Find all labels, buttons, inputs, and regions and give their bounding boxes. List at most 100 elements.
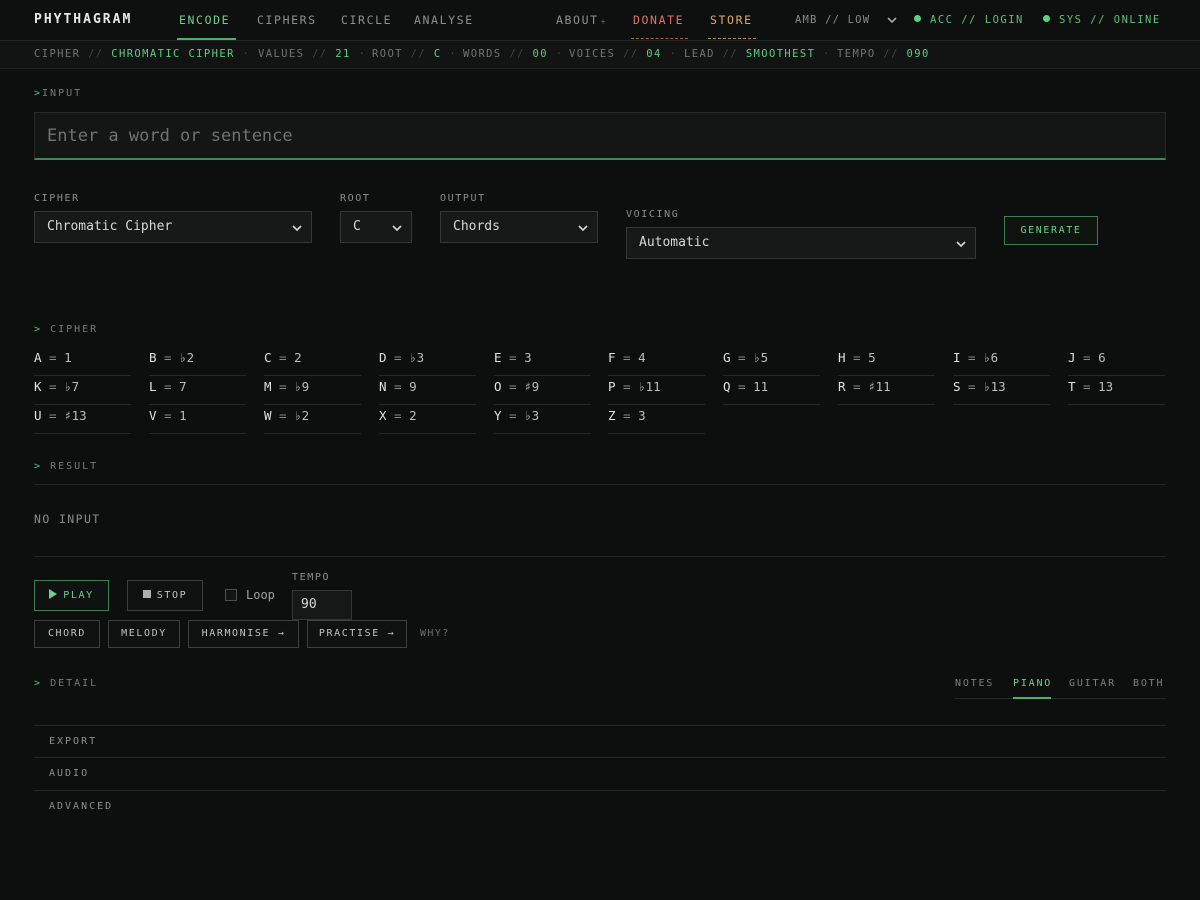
status-tempo: TEMPO // 090 (837, 48, 930, 60)
cipher-letter: A (34, 350, 42, 365)
status-value: 21 (335, 48, 351, 60)
nav-about[interactable]: ABOUT + (556, 13, 607, 27)
chevron-down-icon[interactable] (886, 14, 898, 26)
status-dot: · (449, 48, 458, 60)
nav-analyse[interactable]: ANALYSE (414, 13, 474, 27)
cipher-letter: Z (608, 408, 616, 423)
cipher-value: ♭13 (983, 379, 1006, 394)
cipher-value: ♯9 (524, 379, 540, 394)
equals-sign: = (386, 350, 410, 365)
tab-active-indicator (1013, 697, 1051, 699)
chord-button[interactable]: CHORD (34, 620, 100, 648)
play-button[interactable]: PLAY (34, 580, 109, 611)
output-select[interactable]: Chords (440, 211, 598, 243)
equals-sign: = (615, 379, 639, 394)
tempo-input[interactable]: 90 (292, 590, 352, 620)
nav-active-indicator (177, 38, 236, 40)
cipher-value: ♭3 (409, 350, 425, 365)
voicing-select[interactable]: Automatic (626, 227, 976, 259)
cipher-select[interactable]: Chromatic Cipher (34, 211, 312, 243)
cipher-entry: C = 2 (264, 350, 361, 376)
tab-piano[interactable]: PIANO (1013, 678, 1052, 689)
equals-sign: = (386, 379, 410, 394)
nav-ciphers[interactable]: CIPHERS (257, 13, 317, 27)
sys-status: SYS // ONLINE (1059, 14, 1161, 26)
divider (34, 757, 1166, 758)
melody-button[interactable]: MELODY (108, 620, 180, 648)
generate-button[interactable]: GENERATE (1004, 216, 1098, 245)
stop-button[interactable]: STOP (127, 580, 203, 611)
cipher-value: 6 (1098, 350, 1106, 365)
output-select-value: Chords (453, 219, 500, 234)
nav-donate[interactable]: DONATE (633, 13, 684, 27)
ambient-selector[interactable]: AMB // LOW (795, 14, 870, 26)
equals-sign: = (41, 379, 65, 394)
accordion-audio[interactable]: AUDIO (49, 768, 89, 779)
harmonise-button[interactable]: HARMONISE → (188, 620, 299, 648)
cipher-letter: B (149, 350, 157, 365)
equals-sign: = (845, 350, 869, 365)
status-value: CHROMATIC CIPHER (111, 48, 235, 60)
cipher-value: ♯11 (868, 379, 891, 394)
nav-circle[interactable]: CIRCLE (341, 13, 392, 27)
donate-underline (631, 38, 688, 39)
accordion-advanced[interactable]: ADVANCED (49, 801, 113, 812)
acc-login-link[interactable]: ACC // LOGIN (930, 14, 1024, 26)
tab-notes[interactable]: NOTES (955, 678, 994, 689)
cipher-letter: N (379, 379, 387, 394)
status-key: WORDS (463, 48, 502, 60)
acc-status-dot-icon (914, 15, 921, 22)
tab-guitar[interactable]: GUITAR (1069, 678, 1116, 689)
cipher-letter: J (1068, 350, 1076, 365)
status-cipher: CIPHER // CHROMATIC CIPHER · (34, 48, 250, 60)
divider (34, 725, 1166, 726)
equals-sign: = (960, 350, 984, 365)
equals-sign: = (1075, 350, 1099, 365)
cipher-letter: Y (494, 408, 502, 423)
cipher-value: ♯13 (64, 408, 87, 423)
cipher-letter: R (838, 379, 846, 394)
status-value: 00 (532, 48, 548, 60)
cipher-value: 7 (179, 379, 187, 394)
status-dot: · (669, 48, 678, 60)
equals-sign: = (615, 350, 639, 365)
cipher-letter: W (264, 408, 272, 423)
divider (34, 556, 1166, 557)
status-values: VALUES // 21 · (258, 48, 366, 60)
cipher-entry: G = ♭5 (723, 350, 820, 376)
voicing-label: VOICING (626, 209, 680, 220)
cipher-value: ♭2 (294, 408, 310, 423)
loop-checkbox[interactable] (225, 589, 237, 601)
cipher-entry: N = 9 (379, 379, 476, 405)
cipher-value: 9 (409, 379, 417, 394)
cipher-entry: Q = 11 (723, 379, 820, 405)
accordion-export[interactable]: EXPORT (49, 736, 97, 747)
store-underline (708, 38, 756, 39)
root-select[interactable]: C (340, 211, 412, 243)
cipher-letter: D (379, 350, 387, 365)
detail-section-label: > DETAIL (34, 678, 98, 689)
cipher-letter: Q (723, 379, 731, 394)
equals-sign: = (845, 379, 869, 394)
cipher-letter: T (1068, 379, 1076, 394)
cipher-entry: Y = ♭3 (494, 408, 591, 434)
tab-baseline (955, 698, 1166, 699)
word-input[interactable] (34, 112, 1166, 160)
status-words: WORDS // 00 · (463, 48, 563, 60)
cipher-letter: H (838, 350, 846, 365)
nav-encode[interactable]: ENCODE (179, 13, 230, 27)
nav-store[interactable]: STORE (710, 13, 753, 27)
cipher-letter: P (608, 379, 616, 394)
status-sep: // (88, 48, 104, 60)
loop-label[interactable]: Loop (246, 588, 275, 602)
brand-logo[interactable]: PHYTHAGRAM (34, 12, 132, 27)
cipher-letter: K (34, 379, 42, 394)
cipher-entry: T = 13 (1068, 379, 1165, 405)
cipher-entry: F = 4 (608, 350, 705, 376)
practise-button[interactable]: PRACTISE → (307, 620, 407, 648)
equals-sign: = (386, 408, 410, 423)
why-link[interactable]: WHY? (420, 628, 450, 639)
tab-both[interactable]: BOTH (1133, 678, 1164, 689)
equals-sign: = (156, 408, 180, 423)
cipher-entry: U = ♯13 (34, 408, 131, 434)
